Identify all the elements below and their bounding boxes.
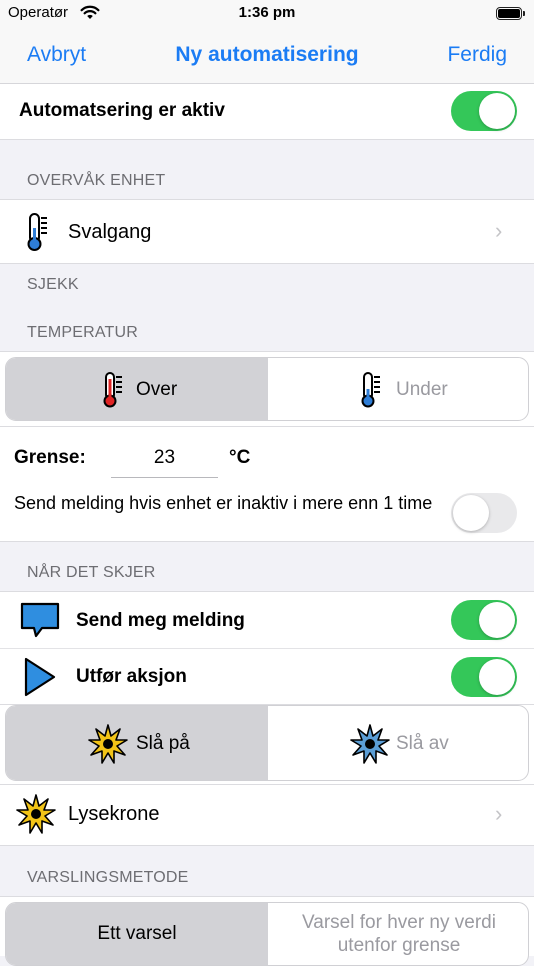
notify-label: Send meg melding xyxy=(76,610,245,631)
monitor-device-row[interactable]: Svalgang › xyxy=(0,199,534,264)
segment-one-alert[interactable]: Ett varsel xyxy=(6,903,268,965)
active-row: Automatsering er aktiv xyxy=(0,84,534,140)
method-segmented-control: Ett varsel Varsel for hver ny verdi uten… xyxy=(5,902,529,966)
section-header-temperature: TEMPERATUR xyxy=(27,324,139,341)
inactive-toggle[interactable] xyxy=(451,493,517,533)
light-on-icon xyxy=(88,724,128,769)
limit-value: 23 xyxy=(153,447,176,468)
chevron-right-icon: › xyxy=(495,801,503,826)
limit-row: Grense: 23 °C xyxy=(0,427,534,487)
thermometer-cold-icon xyxy=(360,371,382,414)
target-device-row[interactable]: Lysekrone › xyxy=(0,785,534,846)
segment-every-value-label: Varsel for hver ny verdi utenfor grense xyxy=(302,912,496,956)
thermometer-icon xyxy=(24,212,50,257)
limit-input[interactable]: 23 xyxy=(111,441,218,478)
play-icon xyxy=(22,656,58,703)
segment-over-label: Over xyxy=(136,379,178,400)
section-header-method: VARSLINGSMETODE xyxy=(27,869,189,886)
status-time: 1:36 pm xyxy=(238,4,296,21)
done-button[interactable]: Ferdig xyxy=(447,43,507,67)
temperature-segmented-control: Over Under xyxy=(5,357,529,421)
action-toggle[interactable] xyxy=(451,657,517,697)
notify-toggle[interactable] xyxy=(451,600,517,640)
segment-turn-off-label: Slå av xyxy=(396,733,449,754)
section-header-check: SJEKK xyxy=(27,276,79,293)
action-segmented-control: Slå på Slå av xyxy=(5,705,529,781)
message-bubble-icon xyxy=(19,601,61,644)
segment-under-label: Under xyxy=(396,379,448,400)
segment-turn-off[interactable]: Slå av xyxy=(268,706,528,780)
limit-label: Grense: xyxy=(14,447,86,468)
section-header-monitor: OVERVÅK ENHET xyxy=(27,172,166,189)
segment-turn-on-label: Slå på xyxy=(136,733,190,754)
section-header-when: NÅR DET SKJER xyxy=(27,564,156,581)
status-bar: Operatør 1:36 pm xyxy=(0,0,534,26)
target-device-label: Lysekrone xyxy=(68,803,160,825)
inactive-row: Send melding hvis enhet er inaktiv i mer… xyxy=(0,487,534,542)
action-row: Utfør aksjon xyxy=(0,649,534,705)
navigation-bar: Avbryt Ny automatisering Ferdig xyxy=(0,26,534,84)
chandelier-icon xyxy=(16,794,56,839)
segment-over[interactable]: Over xyxy=(6,358,268,420)
chevron-right-icon: › xyxy=(495,218,503,243)
segment-under[interactable]: Under xyxy=(268,358,528,420)
segment-turn-on[interactable]: Slå på xyxy=(6,706,268,780)
thermometer-hot-icon xyxy=(102,371,124,414)
segment-one-alert-label: Ett varsel xyxy=(97,923,177,944)
active-label: Automatsering er aktiv xyxy=(19,100,225,121)
limit-unit: °C xyxy=(229,447,251,468)
action-label: Utfør aksjon xyxy=(76,666,187,687)
notify-row: Send meg melding xyxy=(0,591,534,649)
battery-icon xyxy=(496,7,522,20)
inactive-label: Send melding hvis enhet er inaktiv i mer… xyxy=(14,493,433,513)
active-toggle[interactable] xyxy=(451,91,517,131)
segment-every-value[interactable]: Varsel for hver ny verdi utenfor grense xyxy=(268,903,528,965)
light-off-icon xyxy=(350,724,390,769)
monitor-device-label: Svalgang xyxy=(68,221,152,243)
battery-nub xyxy=(523,11,525,16)
